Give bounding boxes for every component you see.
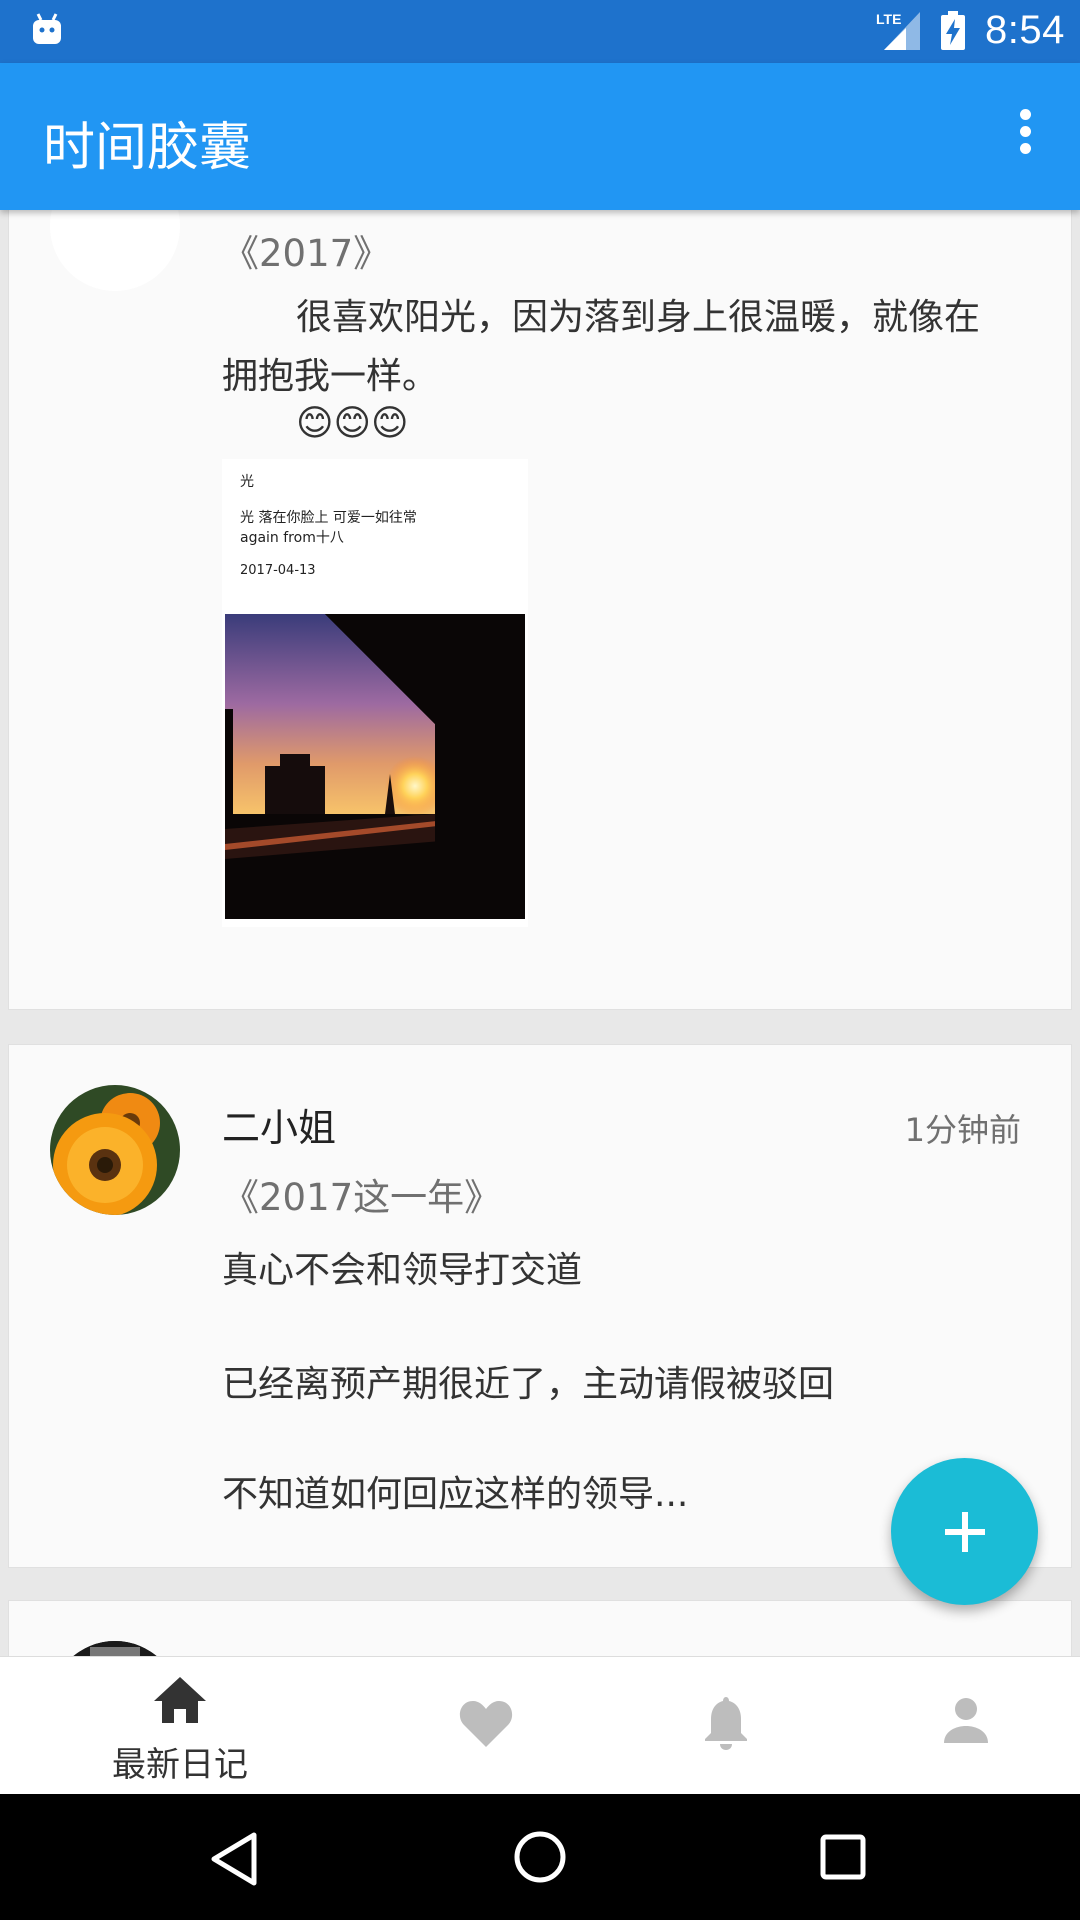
bottom-navigation: 最新日记 — [0, 1656, 1080, 1794]
status-bar: LTE 8:54 — [0, 0, 1080, 63]
author-avatar[interactable] — [50, 1641, 180, 1656]
image-caption-line: 光 落在你脸上 可爱一如往常 — [240, 510, 417, 526]
bell-icon — [705, 1697, 747, 1750]
diary-title: 《2017这一年》 — [222, 1176, 502, 1219]
diary-text-line: 很喜欢阳光，因为落到身上很温暖，就像在 — [296, 297, 981, 338]
heart-icon — [459, 1701, 513, 1747]
person-icon — [944, 1698, 988, 1743]
home-icon — [154, 1677, 206, 1723]
nav-tab-latest-diary[interactable]: 最新日记 — [60, 1657, 300, 1795]
diary-text-line: 拥抱我一样。 — [222, 356, 439, 397]
sunset-photo — [225, 614, 525, 919]
battery-charging-icon — [940, 11, 966, 55]
add-diary-button[interactable] — [891, 1458, 1038, 1605]
android-notification-icon — [30, 12, 64, 50]
home-circle-icon[interactable] — [513, 1830, 567, 1884]
system-navigation-bar — [0, 1794, 1080, 1920]
post-time: 1分钟前 — [904, 1111, 1021, 1149]
diary-feed[interactable]: 《2017》 很喜欢阳光，因为落到身上很温暖，就像在 拥抱我一样。 😊😊😊 光 … — [0, 210, 1080, 1656]
nav-tab-notifications[interactable] — [606, 1657, 846, 1795]
clock: 8:54 — [985, 8, 1065, 52]
author-name[interactable]: 二小姐 — [222, 1097, 336, 1152]
diary-card[interactable] — [8, 1600, 1072, 1656]
app-title: 时间胶囊 — [43, 118, 252, 178]
nav-tab-label: 最新日记 — [112, 1745, 248, 1785]
image-caption-date: 2017-04-13 — [240, 563, 316, 578]
nav-tab-favorites[interactable] — [366, 1657, 606, 1795]
network-type-label: LTE — [876, 11, 901, 27]
diary-paragraph: 不知道如何回应这样的领导... — [222, 1474, 689, 1515]
plus-icon — [944, 1511, 985, 1552]
image-caption-line: again from十八 — [240, 530, 344, 546]
signal-lte-icon: LTE — [876, 10, 924, 56]
diary-title: 《2017》 — [222, 232, 391, 275]
recents-icon[interactable] — [820, 1834, 866, 1880]
more-vert-icon[interactable] — [1010, 103, 1040, 173]
emoji-text: 😊😊😊 — [296, 403, 409, 444]
nav-tab-profile[interactable] — [846, 1657, 1080, 1795]
diary-image[interactable]: 光 光 落在你脸上 可爱一如往常 again from十八 2017-04-13 — [222, 459, 528, 927]
author-avatar[interactable] — [50, 210, 180, 291]
back-icon[interactable] — [210, 1832, 260, 1886]
diary-paragraph: 已经离预产期很近了，主动请假被驳回 — [222, 1364, 835, 1405]
diary-paragraph: 真心不会和领导打交道 — [222, 1250, 583, 1291]
diary-card[interactable]: 《2017》 很喜欢阳光，因为落到身上很温暖，就像在 拥抱我一样。 😊😊😊 光 … — [8, 210, 1072, 1010]
author-avatar[interactable] — [50, 1085, 180, 1215]
image-caption-title: 光 — [240, 474, 254, 490]
app-bar: 时间胶囊 — [0, 63, 1080, 210]
